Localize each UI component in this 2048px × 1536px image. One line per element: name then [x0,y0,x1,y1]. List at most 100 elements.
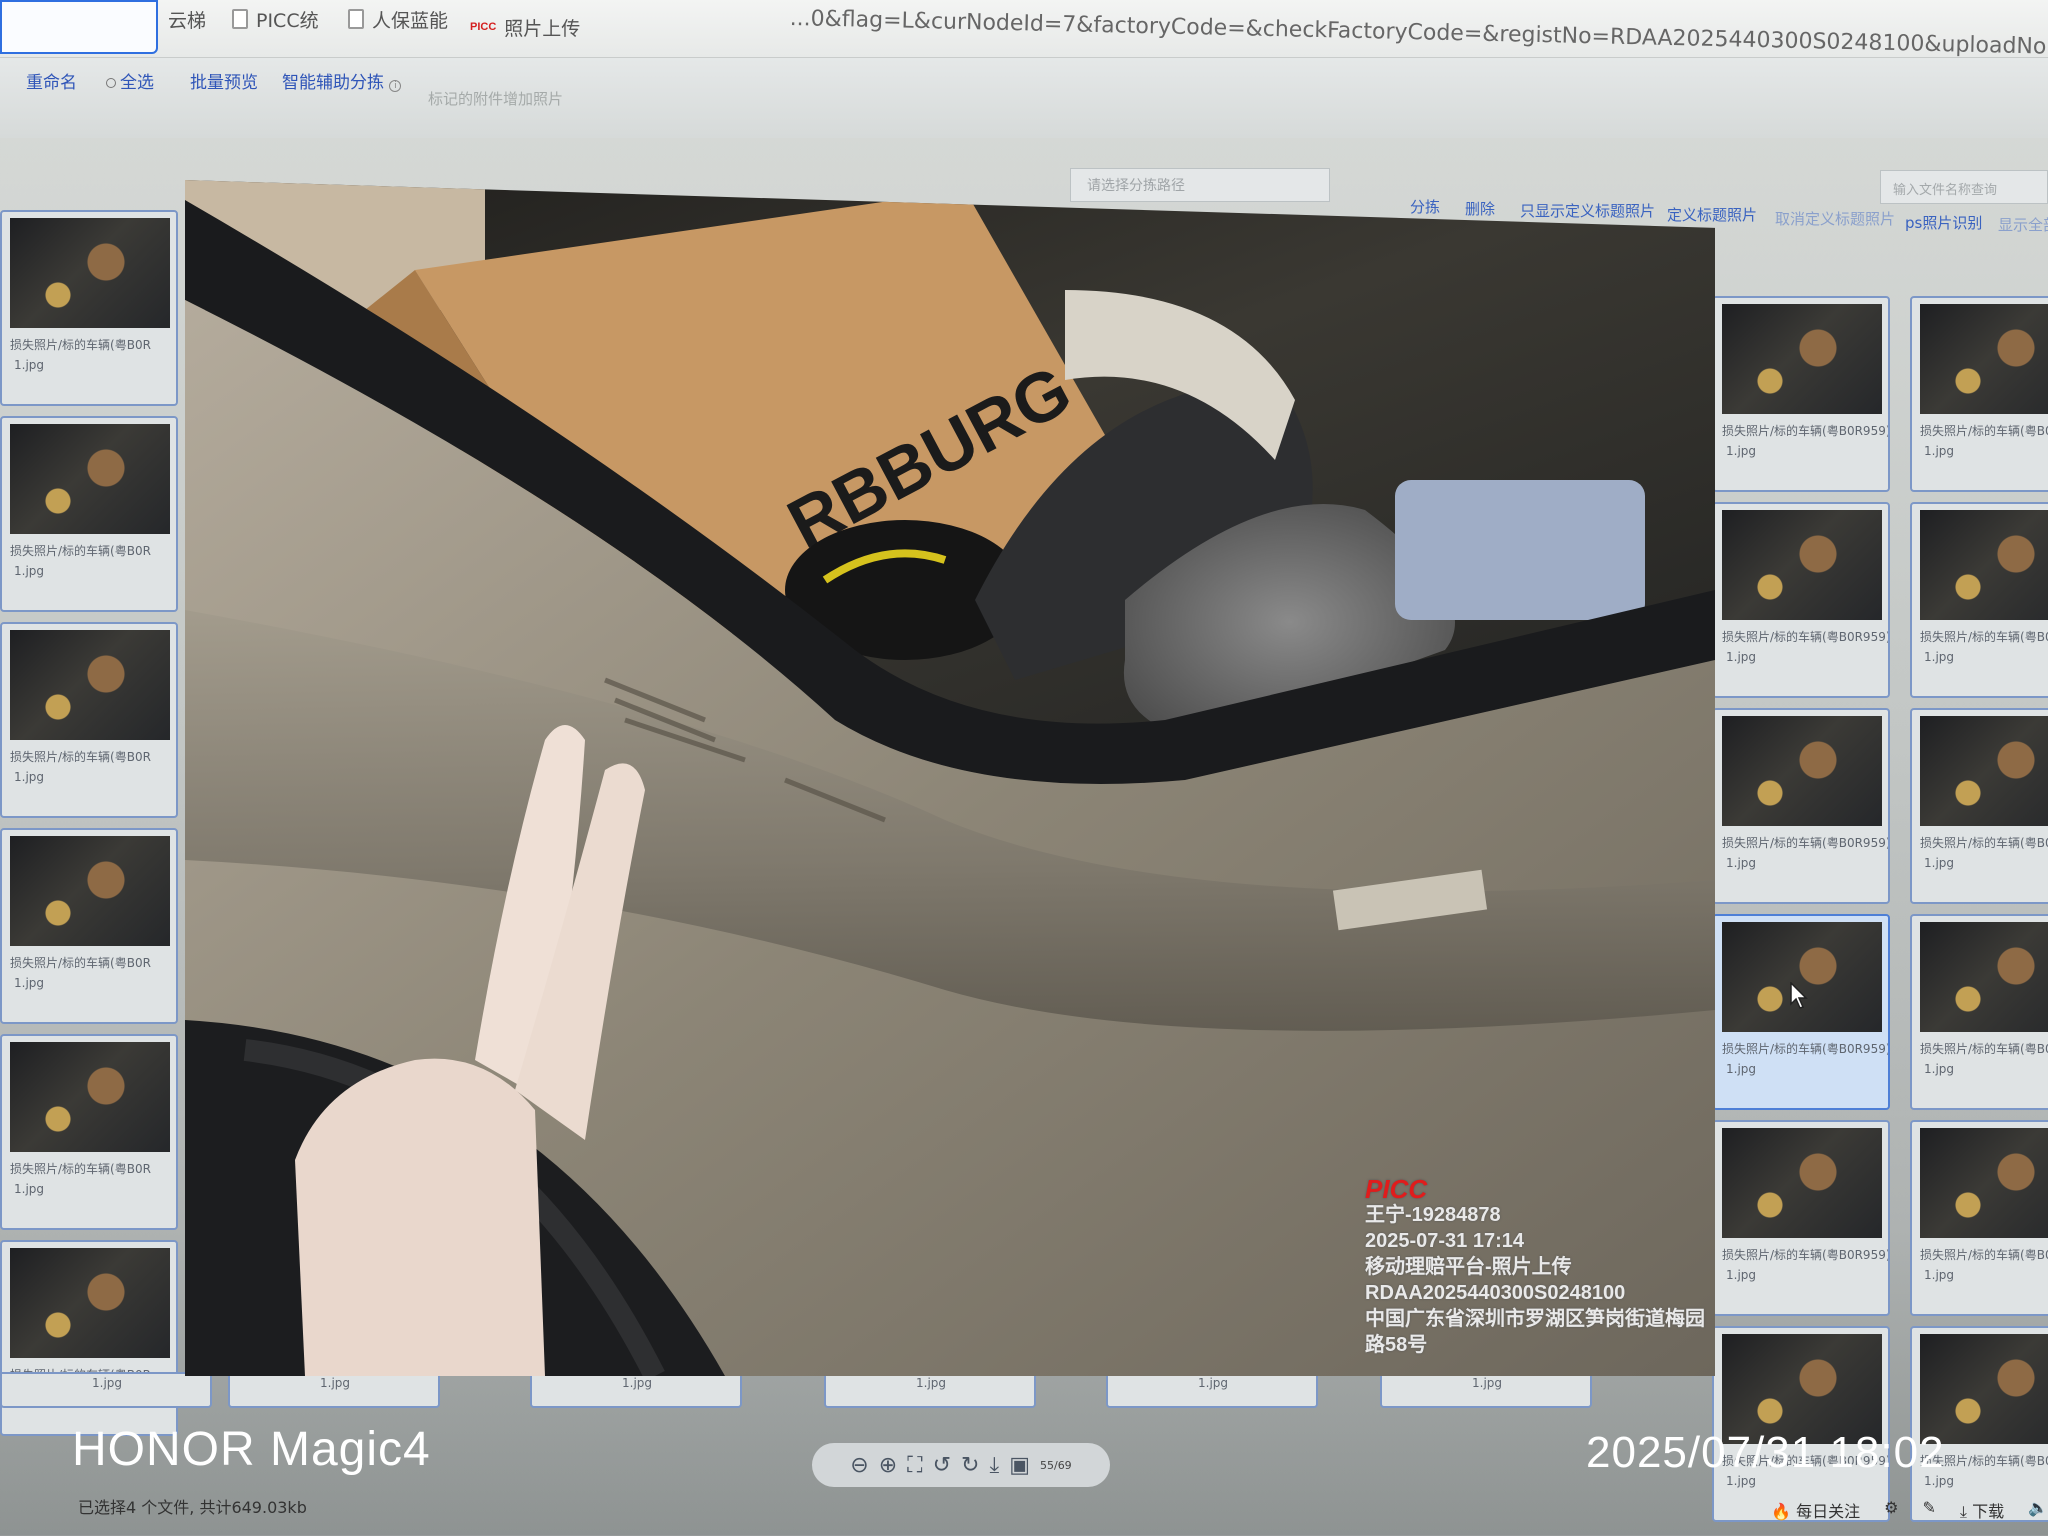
zoom-out-icon[interactable]: ⊖ [850,1453,868,1478]
bookmark-label: 照片上传 [504,17,581,40]
smart-sort-label: 智能辅助分拣 [282,73,384,93]
taskbar-right: 🔥 每日关注 ⚙ ✎ ⤓ 下载 🔈 [1771,1498,2048,1522]
thumbnail-filename: 1.jpg [1726,856,1757,870]
fullscreen-icon[interactable]: ⛶ [907,1453,922,1478]
sort-button[interactable]: 分拣 [1410,196,1440,217]
thumbnail-filename: 1.jpg [1924,856,1955,870]
ps-detect-button[interactable]: ps照片识别 [1905,212,1982,233]
bottom-thumbnail[interactable]: 1.jpg [530,1372,742,1408]
smart-sort-button[interactable]: 智能辅助分拣 i [282,68,402,93]
undefine-title-photo-button[interactable]: 取消定义标题照片 [1775,208,1895,229]
thumbnail-name: 损失照片/标的车辆(粤B0R959) [1722,836,1890,850]
thumbnail-card[interactable]: 损失照片/标的车辆(粤B0R959) 1.jpg [1712,708,1890,904]
bookmark-yunti[interactable]: 云梯 [168,4,206,34]
thumbnail-name: 损失照片/标的车辆(粤B0R959) [1920,1042,2048,1056]
thumbnail-name: 损失照片/标的车辆(粤B0R [10,338,151,352]
thumbnail-card[interactable]: 损失照片/标的车辆(粤B0R959)1.jpg [1712,1326,1890,1522]
bottom-thumbnail[interactable]: 1.jpg [228,1372,440,1408]
thumbnail-filename: 1.jpg [1472,1376,1503,1390]
bottom-thumbnail[interactable]: 1.jpg [1106,1372,1318,1408]
toolbar-hint: 标记的附件增加照片 [428,90,564,108]
thumbnail-name: 损失照片/标的车辆(粤B0R959) [1722,1042,1890,1056]
download-icon[interactable]: ⤓ [989,1453,999,1478]
thumbnail-card[interactable]: 损失照片/标的车辆(粤B0R959)1.jpg [1910,1120,2048,1316]
document-icon [348,9,364,29]
mouse-cursor-icon [1790,982,1808,1009]
thumbnail-card[interactable]: 损失照片/标的车辆(粤B0R 1.jpg [0,416,178,612]
thumbnail-filename: 1.jpg [1726,650,1757,664]
sort-path-select[interactable]: 请选择分拣路径 [1070,168,1330,202]
thumbnail-image [1920,304,2048,414]
download-item[interactable]: ⤓ 下载 [1960,1498,2004,1522]
delete-button[interactable]: 删除 [1465,198,1495,219]
thumbnail-image [1920,1128,2048,1238]
watermark-address: 中国广东省深圳市罗湖区笋岗街道梅园 [1365,1308,1705,1330]
settings-icon[interactable]: ⚙ [1884,1498,1898,1522]
thumbnail-filename: 1.jpg [1924,1062,1955,1076]
bottom-thumbnail[interactable]: 1.jpg [824,1372,1036,1408]
flame-icon: 🔥 [1771,1502,1792,1521]
thumbnail-card[interactable]: 损失照片/标的车辆(粤B0R959) 1.jpg [1910,914,2048,1110]
browser-bookmarks-bar: 云梯 PICC统 人保蓝能 PICC 照片上传 ...0&flag=L&curN… [0,0,2048,63]
thumbnail-image [1920,716,2048,826]
brush-icon[interactable]: ✎ [1922,1498,1935,1522]
rotate-right-icon[interactable]: ↻ [961,1453,979,1478]
thumbnail-name: 损失照片/标的车辆(粤B0R959) [1920,836,2048,850]
show-all-button[interactable]: 显示全部 [1998,214,2048,235]
bookmark-photo-upload[interactable]: PICC 照片上传 [470,12,580,42]
thumbnail-filename: 1.jpg [1726,1268,1757,1282]
thumbnail-image [1722,716,1882,826]
camera-device-watermark: HONOR Magic4 [72,1423,431,1476]
thumbnail-filename: 1.jpg [14,358,45,372]
thumbnail-card[interactable]: 损失照片/标的车辆(粤B0R959) 1.jpg [1712,502,1890,698]
bottom-thumbnail[interactable]: 1.jpg [1380,1372,1592,1408]
thumbnail-name: 损失照片/标的车辆(粤B0R959) [1722,630,1890,644]
selection-summary: 已选择4 个文件, 共计649.03kb [78,1498,307,1517]
show-defined-only-button[interactable]: 只显示定义标题照片 [1520,200,1655,221]
thumbnail-card[interactable]: 损失照片/标的车辆(粤B0R959) 1.jpg [1910,708,2048,904]
original-size-icon[interactable]: ▣ [1009,1453,1030,1478]
thumbnail-card[interactable]: 损失照片/标的车辆(粤B0R 1.jpg [0,210,178,406]
thumbnail-card[interactable]: 损失照片/标的车辆(粤B0R959)1.jpg [1712,296,1890,492]
bottom-thumbnail[interactable]: 1.jpg [0,1372,212,1408]
thumbnail-name: 损失照片/标的车辆(粤B0R [10,750,151,764]
sound-icon[interactable]: 🔈 [2028,1498,2048,1522]
thumbnail-card-selected[interactable]: 损失照片/标的车辆(粤B0R959) 1.jpg [1712,914,1890,1110]
thumbnail-card[interactable]: 损失照片/标的车辆(粤B0R959)1.jpg [1910,296,2048,492]
batch-preview-button[interactable]: 批量预览 [190,68,258,93]
bookmark-renbao[interactable]: 人保蓝能 [348,4,448,34]
picc-watermark-logo: PICC [1365,1174,1428,1204]
follow-label: 每日关注 [1796,1502,1861,1521]
select-all-button[interactable]: 全选 [106,68,154,93]
hand [295,1058,545,1376]
follow-item[interactable]: 🔥 每日关注 [1771,1498,1860,1522]
thumbnail-image [10,630,170,740]
photo-watermark: PICC 王宁-19284878 2025-07-31 17:14 移动理赔平台… [1365,1176,1705,1358]
thumbnail-filename: 1.jpg [916,1376,947,1390]
left-thumbnail-column: 损失照片/标的车辆(粤B0R 1.jpg 损失照片/标的车辆(粤B0R 1.jpg … [0,210,178,1436]
thumbnail-image [10,424,170,534]
thumbnail-filename: 1.jpg [14,770,45,784]
rename-button[interactable]: 重命名 [26,68,77,93]
watermark-platform: 移动理赔平台-照片上传 [1365,1256,1572,1278]
thumbnail-card[interactable]: 损失照片/标的车辆(粤B0R 1.jpg [0,828,178,1024]
bookmark-label: PICC统 [256,9,319,32]
watermark-address-2: 路58号 [1365,1334,1428,1356]
thumbnail-card[interactable]: 损失照片/标的车辆(粤B0R 1.jpg [0,1034,178,1230]
picc-logo-icon: PICC [470,21,497,33]
file-toolbar: 重命名 全选 批量预览 智能辅助分拣 i 标记的附件增加照片 [0,58,2048,138]
active-tab-outline[interactable] [0,0,158,54]
thumbnail-filename: 1.jpg [1726,1062,1757,1076]
rotate-left-icon[interactable]: ↺ [933,1453,951,1478]
thumbnail-card[interactable]: 损失照片/标的车辆(粤B0R959)1.jpg [1712,1120,1890,1316]
bookmark-picc-system[interactable]: PICC统 [232,4,319,34]
zoom-in-icon[interactable]: ⊕ [879,1453,897,1478]
define-title-photo-button[interactable]: 定义标题照片 [1667,204,1757,225]
thumbnail-image [1920,922,2048,1032]
thumbnail-card[interactable]: 损失照片/标的车辆(粤B0R959)1.jpg [1910,502,2048,698]
document-icon [232,9,248,29]
thumbnail-image [10,1042,170,1152]
watermark-datetime: 2025-07-31 17:14 [1365,1230,1525,1252]
thumbnail-card[interactable]: 损失照片/标的车辆(粤B0R959)1.jpg [1910,1326,2048,1522]
thumbnail-card[interactable]: 损失照片/标的车辆(粤B0R 1.jpg [0,622,178,818]
